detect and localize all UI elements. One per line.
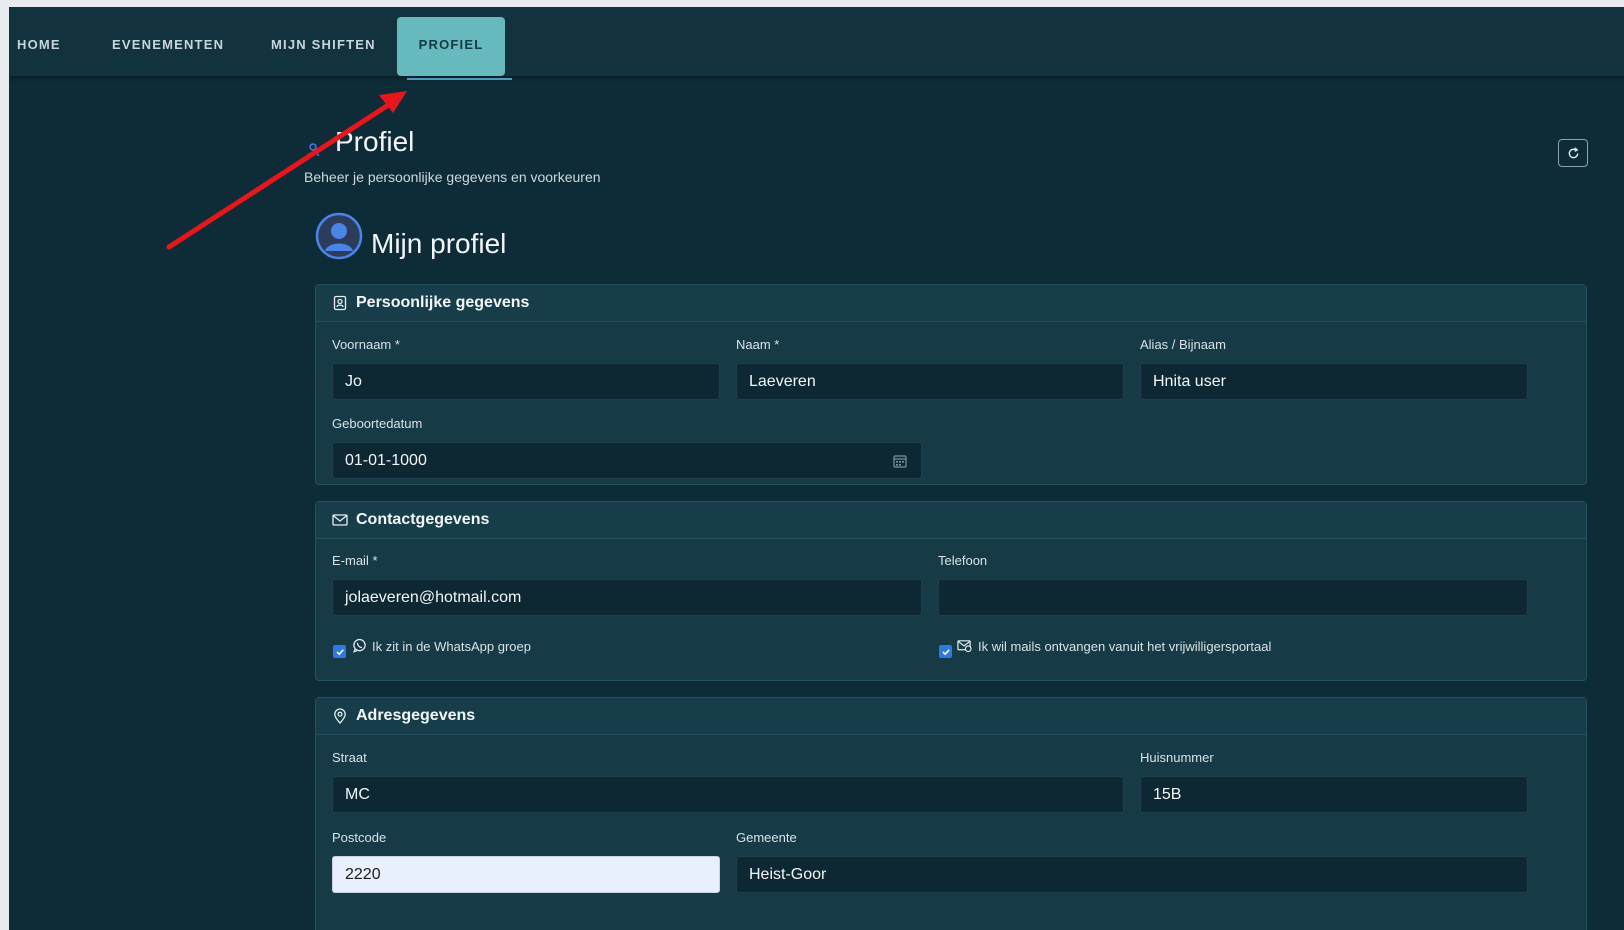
- birthdate-label: Geboortedatum: [332, 416, 423, 431]
- last-name-input[interactable]: Laeveren: [736, 363, 1124, 400]
- birthdate-value: 01-01-1000: [345, 452, 427, 469]
- app-window: HOME EVENEMENTEN MIJN SHIFTEN PROFIEL Pr…: [9, 7, 1624, 930]
- user-circle-icon: [315, 212, 363, 260]
- address-card-title: Adresgegevens: [356, 707, 476, 724]
- email-input[interactable]: jolaeveren@hotmail.com: [332, 579, 922, 616]
- last-name-label: Naam *: [736, 337, 780, 352]
- contact-card-header: Contactgegevens: [316, 502, 1586, 539]
- nav-mijn-shiften[interactable]: MIJN SHIFTEN: [271, 7, 376, 76]
- contact-card-title: Contactgegevens: [356, 511, 490, 528]
- house-number-label: Huisnummer: [1140, 750, 1214, 765]
- street-label: Straat: [332, 750, 367, 765]
- active-tab-indicator: [407, 78, 512, 80]
- address-card: Adresgegevens Straat MC Huisnummer 15B P…: [315, 697, 1587, 930]
- refresh-button[interactable]: [1558, 139, 1588, 167]
- user-icon: [306, 143, 320, 157]
- whatsapp-label: Ik zit in de WhatsApp groep: [372, 639, 531, 654]
- phone-input[interactable]: [938, 579, 1528, 616]
- postcode-input[interactable]: 2220: [332, 856, 720, 893]
- email-label: E-mail *: [332, 553, 378, 568]
- street-input[interactable]: MC: [332, 776, 1124, 813]
- house-number-input[interactable]: 15B: [1140, 776, 1528, 813]
- nav-home[interactable]: HOME: [17, 7, 61, 76]
- page-subtitle: Beheer je persoonlijke gegevens en voork…: [304, 169, 601, 185]
- id-card-icon: [332, 295, 348, 311]
- map-pin-icon: [332, 708, 348, 724]
- whatsapp-checkbox[interactable]: [333, 645, 346, 658]
- profile-heading: Mijn profiel: [371, 228, 507, 259]
- nav-evenementen[interactable]: EVENEMENTEN: [112, 7, 224, 76]
- calendar-icon[interactable]: [893, 454, 907, 468]
- contact-card: Contactgegevens E-mail * jolaeveren@hotm…: [315, 501, 1587, 681]
- mails-label: Ik wil mails ontvangen vanuit het vrijwi…: [978, 639, 1272, 654]
- first-name-label: Voornaam *: [332, 337, 400, 352]
- first-name-input[interactable]: Jo: [332, 363, 720, 400]
- personal-card: Persoonlijke gegevens Voornaam * Jo Naam…: [315, 284, 1587, 485]
- nav-profiel[interactable]: PROFIEL: [397, 17, 505, 76]
- postcode-label: Postcode: [332, 830, 387, 845]
- city-input[interactable]: Heist-Goor: [736, 856, 1528, 893]
- personal-card-title: Persoonlijke gegevens: [356, 294, 530, 311]
- birthdate-input[interactable]: 01-01-1000: [332, 442, 922, 479]
- envelope-icon: [332, 512, 348, 528]
- refresh-icon: [1568, 146, 1578, 158]
- top-navbar: HOME EVENEMENTEN MIJN SHIFTEN PROFIEL: [9, 7, 1624, 76]
- mails-checkbox[interactable]: [939, 645, 952, 658]
- whatsapp-icon: [353, 638, 366, 653]
- envelope-check-icon: [957, 640, 972, 653]
- city-label: Gemeente: [736, 830, 797, 845]
- personal-card-header: Persoonlijke gegevens: [316, 285, 1586, 322]
- address-card-header: Adresgegevens: [316, 698, 1586, 735]
- alias-input[interactable]: Hnita user: [1140, 363, 1528, 400]
- page-title: Profiel: [335, 126, 415, 157]
- alias-label: Alias / Bijnaam: [1140, 337, 1226, 352]
- phone-label: Telefoon: [938, 553, 988, 568]
